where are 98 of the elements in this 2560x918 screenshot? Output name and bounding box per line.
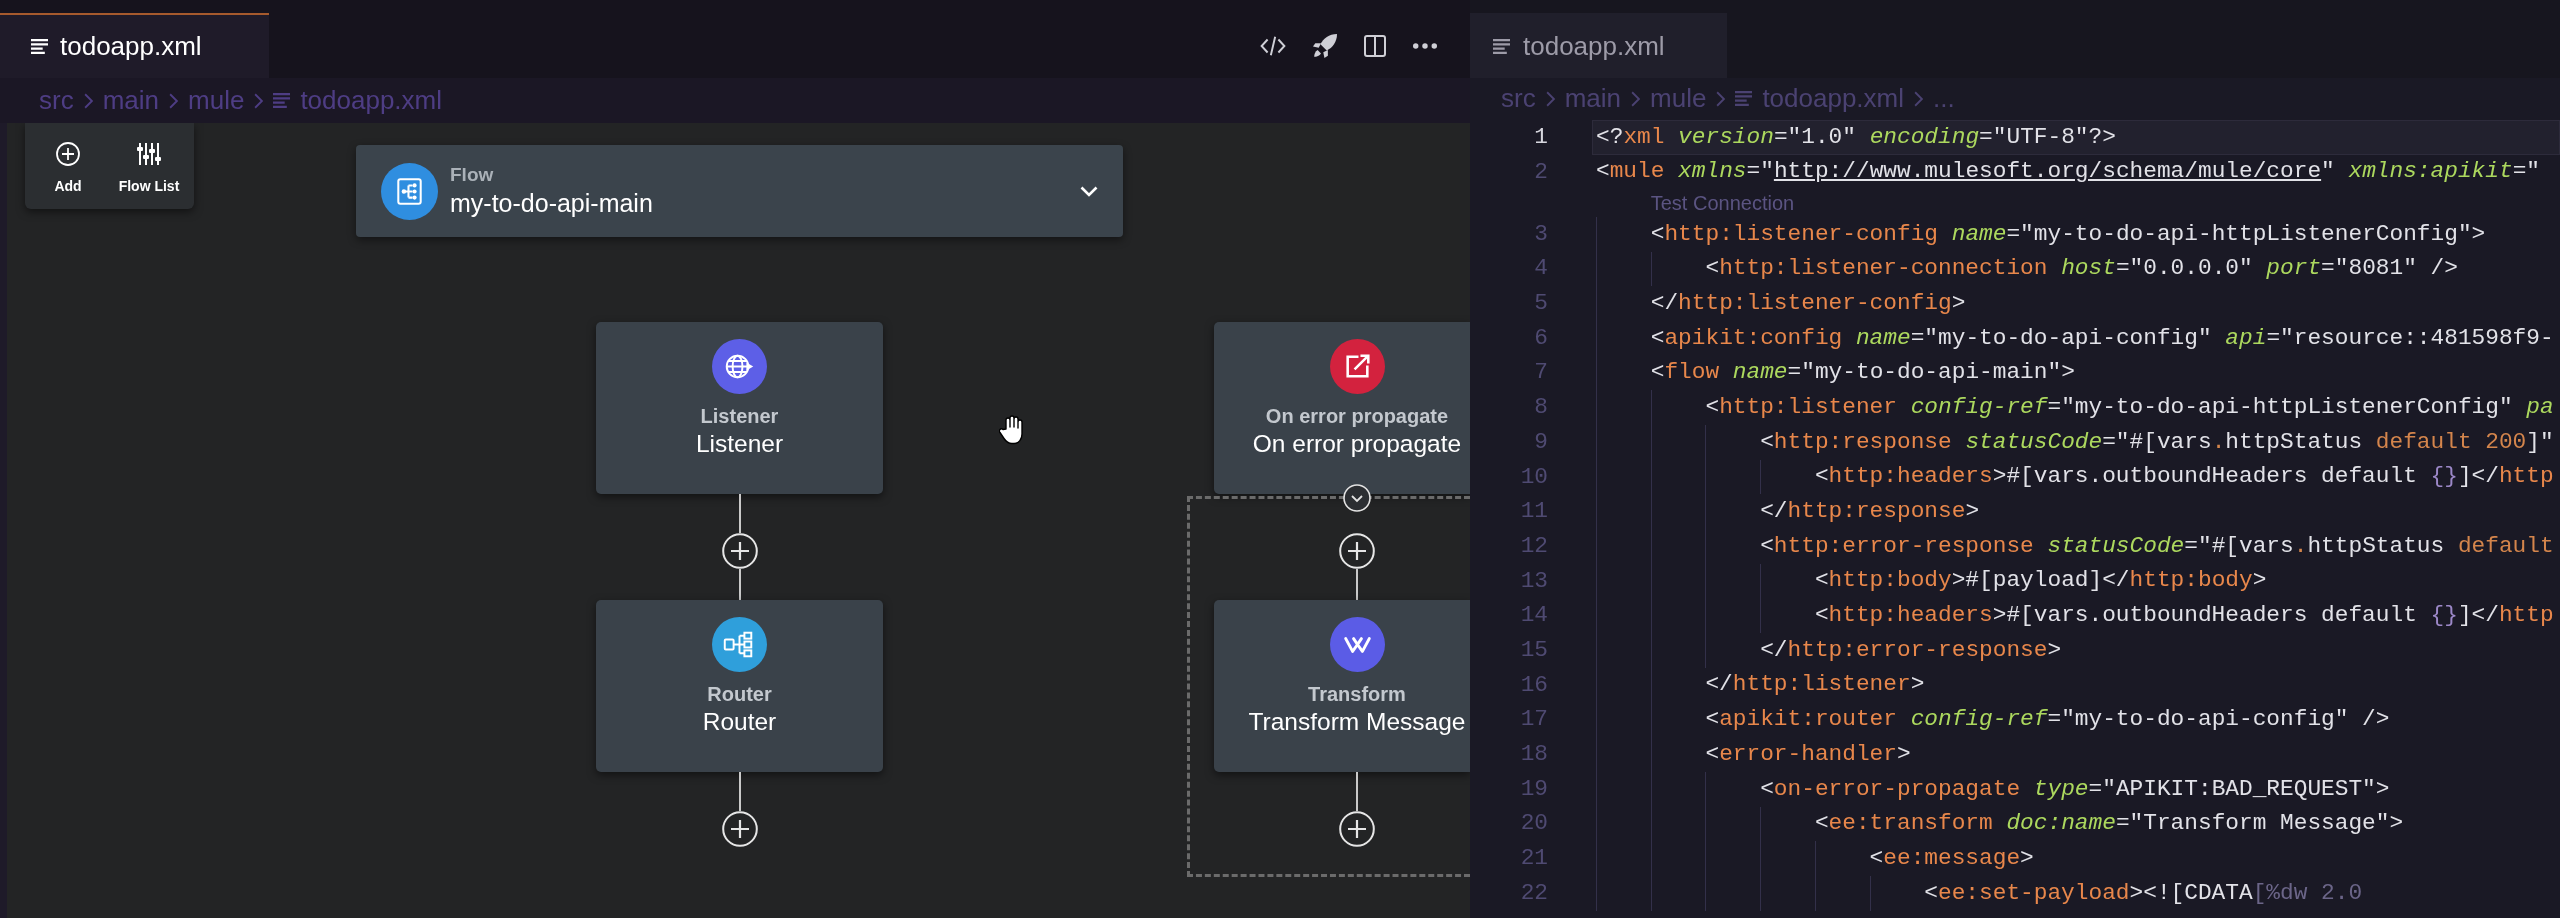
hierarchy-icon <box>712 617 767 672</box>
code-line: <http:error-response statusCode="#[vars.httpStatus default <box>1760 532 2554 561</box>
code-line: <apikit:router config-ref="my-to-do-api-config" /> <box>1705 706 2390 734</box>
flow-component-card[interactable]: Listener Listener <box>596 322 883 494</box>
line-number: 12 <box>1519 533 1548 559</box>
line-number: 6 <box>1533 325 1548 351</box>
plus-circle-icon[interactable] <box>1339 811 1375 847</box>
code-line: <http:headers>#[vars.outboundHeaders default {}]</http <box>1814 602 2554 630</box>
chevron-right-icon <box>1914 91 1924 107</box>
line-number: 1 <box>1533 124 1548 150</box>
code-line: <http:headers>#[vars.outboundHeaders default {}]</http <box>1814 463 2554 491</box>
code-line: <on-error-propagate type="APIKIT:BAD_REQUEST"> <box>1760 775 2390 803</box>
palette-button[interactable]: Add <box>54 142 82 194</box>
component-name: Router <box>702 708 777 736</box>
globe-icon <box>712 339 767 394</box>
line-number: 13 <box>1519 568 1548 594</box>
chevron-right-icon <box>1545 91 1555 107</box>
hand-cursor-icon <box>999 415 1024 445</box>
chevron-right-icon <box>169 92 179 109</box>
code-line: <http:listener config-ref="my-to-do-api-httpListenerConfig" pa <box>1705 394 2554 422</box>
component-name: Transform Message <box>1248 708 1466 736</box>
component-type-label: On error propagate <box>1265 404 1449 428</box>
line-number: 22 <box>1519 880 1548 906</box>
connector-line <box>1356 569 1358 600</box>
line-number: 11 <box>1519 499 1548 525</box>
chevron-right-icon <box>83 92 93 109</box>
code-line: <http:body>#[payload]</http:body> <box>1814 567 2267 595</box>
palette-button[interactable]: Flow List <box>118 142 180 194</box>
line-number: 16 <box>1519 672 1548 698</box>
line-number: 9 <box>1533 429 1548 455</box>
code-line: </http:response> <box>1760 498 1980 526</box>
component-type-label: Transform <box>1308 682 1406 706</box>
code-line: <error-handler> <box>1705 740 1911 769</box>
plus-circle-icon[interactable] <box>1339 533 1375 569</box>
plus-circle-icon[interactable] <box>721 811 758 847</box>
connector-line <box>738 772 741 811</box>
line-number: 2 <box>1533 159 1548 185</box>
more-icon[interactable] <box>1413 43 1437 49</box>
line-number: 5 <box>1533 291 1548 317</box>
flow-component-card[interactable]: On error propagate On error propagate <box>1214 322 1470 494</box>
code-line: <ee:set-payload><![CDATA[%dw 2.0 <box>1924 879 2363 907</box>
url-link[interactable]: http://www.mulesoft.org/schema/mule/core <box>1773 158 2322 185</box>
code-line: </http:listener-config> <box>1650 289 1966 318</box>
flow-type-label: Flow <box>450 164 494 186</box>
line-number: 8 <box>1533 395 1548 421</box>
editor-tab[interactable]: todoapp.xml <box>1470 13 1727 78</box>
plus-circle-icon <box>56 142 80 166</box>
line-number: 18 <box>1519 742 1548 768</box>
sliders-icon <box>137 142 161 166</box>
line-number: 19 <box>1519 776 1548 802</box>
zigzag-icon <box>1329 617 1385 672</box>
text-lines-icon <box>1735 91 1753 107</box>
component-type-label: Listener <box>700 404 779 428</box>
line-number: 7 <box>1533 360 1548 386</box>
line-number: 14 <box>1519 603 1548 629</box>
code-line: <flow name="my-to-do-api-main"> <box>1650 359 2075 387</box>
chevron-right-icon <box>254 92 264 109</box>
line-number: 10 <box>1519 464 1548 490</box>
code-line: </http:error-response> <box>1760 636 2062 665</box>
code-icon[interactable] <box>1260 35 1286 57</box>
export-icon <box>1329 339 1385 394</box>
chevron-right-icon <box>1716 91 1726 107</box>
chevron-down-icon <box>1080 185 1098 197</box>
split-editor-icon[interactable] <box>1364 35 1386 57</box>
code-line: <ee:transform doc:name="Transform Message"> <box>1814 810 2404 838</box>
text-lines-icon <box>273 93 291 108</box>
code-line: <http:response statusCode="#[vars.httpStatus default 200]" <box>1760 428 2554 456</box>
code-line: <http:listener-connection host="0.0.0.0" port="8081" /> <box>1705 255 2458 283</box>
chevron-circle-icon[interactable] <box>1343 484 1371 512</box>
component-type-label: Router <box>707 682 772 706</box>
text-lines-icon <box>31 39 48 54</box>
flow-name: my-to-do-api-main <box>450 188 653 218</box>
line-number: 20 <box>1519 811 1548 837</box>
connector-line <box>1356 772 1358 811</box>
code-line: <apikit:config name="my-to-do-api-config" api="resource::481598f9- <box>1650 324 2554 352</box>
line-number: 3 <box>1533 221 1548 247</box>
code-line: <http:listener-config name="my-to-do-api-httpListenerConfig"> <box>1650 220 2486 248</box>
flow-selector[interactable]: Flow my-to-do-api-main <box>356 145 1123 237</box>
editor-tab[interactable]: todoapp.xml <box>0 13 269 78</box>
line-number: 17 <box>1519 707 1548 733</box>
code-line: <?xml version="1.0" encoding="UTF-8"?> <box>1596 123 2116 151</box>
component-name: On error propagate <box>1252 430 1462 458</box>
rocket-icon[interactable] <box>1313 34 1337 58</box>
code-line: <ee:message> <box>1869 844 2034 873</box>
flow-component-card[interactable]: Router Router <box>596 600 883 772</box>
text-lines-icon <box>1493 39 1510 54</box>
plus-circle-icon[interactable] <box>721 533 758 569</box>
component-name: Listener <box>695 430 784 458</box>
chevron-right-icon <box>1631 91 1641 107</box>
line-number: 15 <box>1519 637 1548 663</box>
connector-line <box>738 494 741 533</box>
connector-line <box>738 569 741 600</box>
flowchart-icon <box>381 162 438 220</box>
code-line: </http:listener> <box>1705 671 1925 699</box>
flow-component-card[interactable]: Transform Transform Message <box>1214 600 1470 772</box>
line-number: 21 <box>1519 846 1548 872</box>
line-number: 4 <box>1533 256 1548 282</box>
code-line: <mule xmlns="http://www.mulesoft.org/schema/mule/core" xmlns:apikit=" <box>1596 158 2540 186</box>
